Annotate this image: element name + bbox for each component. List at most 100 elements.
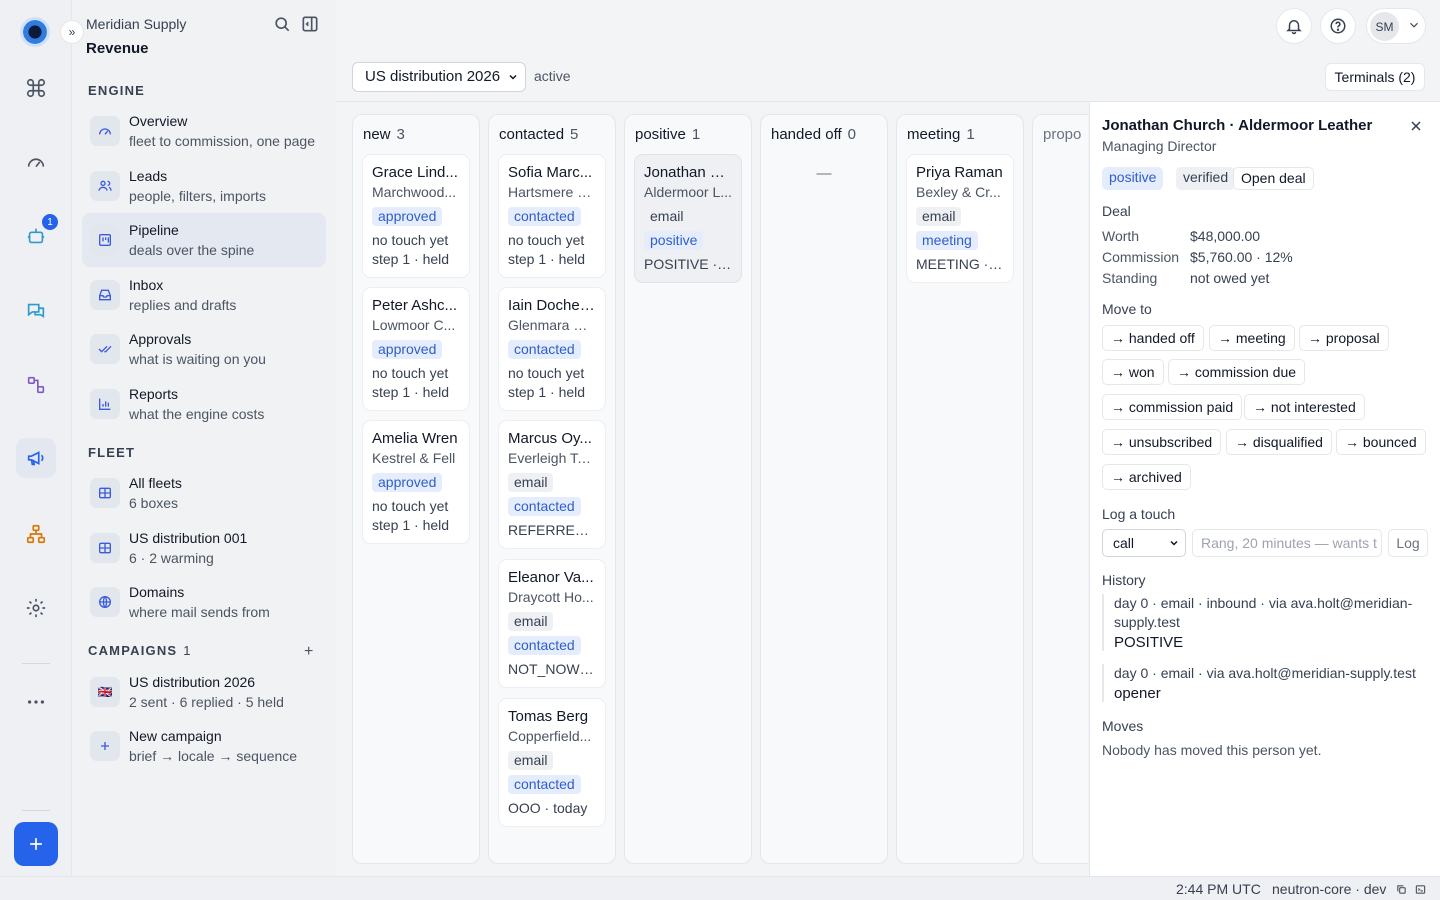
gauge-icon[interactable]	[16, 142, 56, 182]
deal-card[interactable]: Tomas Berg Copperfield... email contacte…	[498, 698, 606, 827]
chevron-down-icon	[509, 74, 517, 80]
uk-flag-icon: 🇬🇧	[90, 677, 120, 707]
check-check-icon	[90, 334, 120, 364]
deal-card[interactable]: Marcus Oy... Everleigh Te... email conta…	[498, 420, 606, 549]
notifications-button[interactable]	[1276, 8, 1312, 44]
user-menu[interactable]: SM	[1366, 8, 1426, 44]
card-line: POSITIVE · t...	[644, 256, 732, 272]
history-meta: day 0 · email · inbound · via ava.holt@m…	[1114, 595, 1413, 630]
column-name: contacted	[499, 126, 565, 143]
nav-item-us-distribution-001[interactable]: US distribution 001 6 · 2 warming	[82, 521, 326, 575]
touch-type-select[interactable]: call	[1102, 529, 1186, 557]
terminals-button[interactable]: Terminals (2)	[1325, 63, 1425, 91]
column-header: contacted 5	[499, 126, 578, 143]
search-icon[interactable]	[272, 14, 292, 34]
campaign-select-value: US distribution 2026	[365, 68, 501, 85]
bot-icon[interactable]: 1	[16, 214, 58, 256]
deal-card-selected[interactable]: Jonathan C... Aldermoor L... email posit…	[634, 154, 742, 283]
deal-heading: Deal	[1102, 203, 1131, 219]
deal-value: $48,000.00	[1190, 228, 1261, 244]
chat-icon[interactable]	[16, 291, 56, 331]
column-count: 3	[396, 126, 405, 143]
column-contacted: contacted 5 Sofia Marc... Hartsmere S... …	[488, 114, 616, 864]
column-header: new 3	[363, 126, 405, 143]
status-badge: meeting	[916, 231, 978, 250]
nav-item-inbox[interactable]: Inbox replies and drafts	[82, 268, 326, 322]
card-line: OOO · today	[508, 800, 588, 816]
nav-item-us-distribution-2026[interactable]: 🇬🇧 US distribution 2026 2 sent · 6 repli…	[82, 665, 326, 719]
column-handed-off: handed off 0 —	[760, 114, 888, 864]
move-unsubscribed-button[interactable]: → unsubscribed	[1102, 429, 1222, 455]
nav-item-pipeline[interactable]: Pipeline deals over the spine	[82, 213, 326, 267]
org-chart-icon[interactable]	[16, 514, 56, 554]
move-not-interested-button[interactable]: → not interested	[1244, 394, 1365, 420]
log-button[interactable]: Log	[1388, 529, 1428, 557]
move-commission-paid-button[interactable]: → commission paid	[1102, 394, 1243, 420]
card-company: Bexley & Cr...	[916, 184, 1001, 200]
deal-card[interactable]: Grace Lind... Marchwood... approved no t…	[362, 154, 470, 278]
nav-item-overview[interactable]: Overview fleet to commission, one page	[82, 104, 326, 158]
close-icon[interactable]	[1408, 118, 1424, 134]
copy-icon[interactable]	[1396, 884, 1407, 895]
log-heading: Log a touch	[1102, 506, 1176, 522]
nav-item-leads[interactable]: Leads people, filters, imports	[82, 159, 326, 213]
card-name: Amelia Wren	[372, 430, 458, 447]
card-line: step 1 · held	[508, 251, 586, 267]
nav-title: Domains	[129, 584, 185, 600]
expand-sidebar-button[interactable]: »	[60, 20, 84, 44]
column-name: positive	[635, 126, 686, 143]
move-handed-off-button[interactable]: → handed off	[1102, 325, 1204, 351]
nav-title: All fleets	[129, 475, 182, 491]
channel-badge: email	[644, 207, 690, 226]
flow-icon[interactable]	[16, 365, 56, 405]
nav-item-domains[interactable]: Domains where mail sends from	[82, 575, 326, 629]
command-icon[interactable]	[16, 68, 56, 108]
move-archived-button[interactable]: → archived	[1102, 464, 1191, 490]
deal-value: not owed yet	[1190, 270, 1270, 286]
app-logo-icon[interactable]	[20, 17, 50, 47]
channel-badge: email	[508, 473, 554, 492]
help-button[interactable]	[1320, 8, 1356, 44]
nav-item-all-fleets[interactable]: All fleets 6 boxes	[82, 466, 326, 520]
column-name: propo	[1043, 126, 1082, 143]
more-icon[interactable]	[16, 682, 56, 722]
move-commission-due-button[interactable]: → commission due	[1168, 359, 1306, 385]
gear-icon[interactable]	[16, 588, 56, 628]
card-name: Sofia Marc...	[508, 164, 593, 181]
campaign-select[interactable]: US distribution 2026	[352, 62, 526, 92]
collapse-panel-icon[interactable]	[300, 14, 320, 34]
deal-card[interactable]: Amelia Wren Kestrel & Fell approved no t…	[362, 420, 470, 544]
add-campaign-icon[interactable]: +	[304, 643, 313, 661]
card-name: Grace Lind...	[372, 164, 458, 181]
move-won-button[interactable]: → won	[1102, 359, 1164, 385]
move-meeting-button[interactable]: → meeting	[1209, 325, 1295, 351]
deal-card[interactable]: Peter Ashc... Lowmoor C... approved no t…	[362, 287, 470, 411]
deal-card[interactable]: Eleanor Va... Draycott Ho... email conta…	[498, 559, 606, 688]
touch-note-input[interactable]: Rang, 20 minutes — wants t	[1192, 529, 1382, 557]
terminal-icon[interactable]	[1415, 884, 1426, 895]
megaphone-icon[interactable]	[16, 438, 56, 478]
bar-chart-icon	[90, 389, 120, 419]
touch-type-value: call	[1113, 535, 1135, 551]
campaigns-heading: CAMPAIGNS 1	[88, 643, 191, 658]
column-meeting: meeting 1 Priya Raman Bexley & Cr... emai…	[896, 114, 1024, 864]
move-disqualified-button[interactable]: → disqualified	[1226, 429, 1332, 455]
deal-card[interactable]: Iain Docherty Glenmara W... contacted no…	[498, 287, 606, 411]
nav-subtitle: deals over the spine	[129, 242, 255, 258]
deal-key: Standing	[1102, 270, 1158, 286]
open-deal-button[interactable]: Open deal	[1233, 167, 1314, 190]
nav-item-approvals[interactable]: Approvals what is waiting on you	[82, 322, 326, 376]
campaign-status: active	[534, 68, 571, 84]
nav-title: Overview	[129, 113, 188, 129]
nav-item-new-campaign[interactable]: New campaign brief → locale → sequence	[82, 719, 326, 773]
rail-divider	[22, 663, 50, 664]
deal-card[interactable]: Priya Raman Bexley & Cr... email meeting…	[906, 154, 1014, 283]
create-button[interactable]	[14, 822, 58, 866]
nav-title: Leads	[129, 168, 168, 184]
nav-item-reports[interactable]: Reports what the engine costs	[82, 377, 326, 431]
move-bounced-button[interactable]: → bounced	[1336, 429, 1426, 455]
nav-subtitle: brief → locale → sequence	[129, 748, 298, 764]
move-heading: Move to	[1102, 301, 1152, 317]
deal-card[interactable]: Sofia Marc... Hartsmere S... contacted n…	[498, 154, 606, 278]
move-proposal-button[interactable]: → proposal	[1299, 325, 1389, 351]
